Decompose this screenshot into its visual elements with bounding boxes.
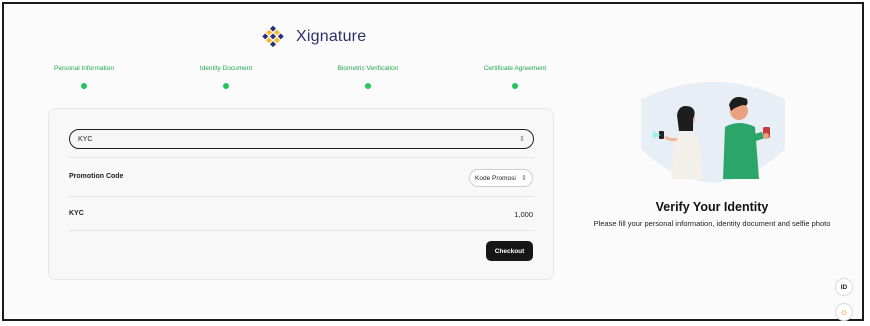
language-toggle-button[interactable]: ID	[835, 278, 853, 296]
app-window: Xignature Personal Information Identity …	[2, 2, 864, 321]
step-certificate-agreement: Certificate Agreement	[445, 64, 585, 89]
checkout-button[interactable]: Checkout	[486, 241, 533, 261]
promotion-code-select[interactable]: Kode Promosi ⇕	[469, 169, 533, 187]
step-label: Certificate Agreement	[483, 65, 547, 72]
divider	[69, 230, 534, 231]
verify-title: Verify Your Identity	[655, 200, 769, 214]
checkout-card: KYC ⇕ Promotion Code Kode Promosi ⇕ KYC …	[48, 108, 554, 280]
language-code: ID	[840, 283, 848, 291]
brand-name: Xignature	[296, 28, 367, 45]
xignature-logo-icon	[262, 25, 284, 48]
summary-amount: 1,000	[514, 210, 533, 219]
summary-item-label: KYC	[69, 210, 84, 217]
chevron-up-down-icon: ⇕	[521, 174, 527, 182]
step-complete-dot	[81, 83, 87, 89]
divider	[69, 196, 534, 197]
step-label: Identity Document	[199, 65, 253, 72]
promotion-code-label: Promotion Code	[69, 173, 124, 180]
step-biometric-verification: Biometric Verification	[298, 64, 438, 89]
step-identity-document: Identity Document	[156, 64, 296, 89]
step-label: Personal Information	[54, 65, 114, 72]
divider	[69, 157, 534, 158]
product-select-value: KYC	[78, 135, 93, 143]
sun-icon: ☼	[839, 306, 849, 318]
logo: Xignature	[256, 25, 366, 49]
step-complete-dot	[365, 83, 371, 89]
identity-verification-illustration	[641, 82, 785, 183]
step-personal-information: Personal Information	[14, 64, 154, 89]
product-select[interactable]: KYC ⇕	[69, 129, 534, 149]
promotion-select-value: Kode Promosi	[475, 174, 516, 182]
step-complete-dot	[223, 83, 229, 89]
chevron-up-down-icon: ⇕	[519, 135, 525, 143]
step-label: Biometric Verification	[337, 65, 399, 72]
step-complete-dot	[512, 83, 518, 89]
verify-subtitle: Please fill your personal information, i…	[593, 219, 831, 228]
theme-toggle-button[interactable]: ☼	[835, 303, 853, 321]
